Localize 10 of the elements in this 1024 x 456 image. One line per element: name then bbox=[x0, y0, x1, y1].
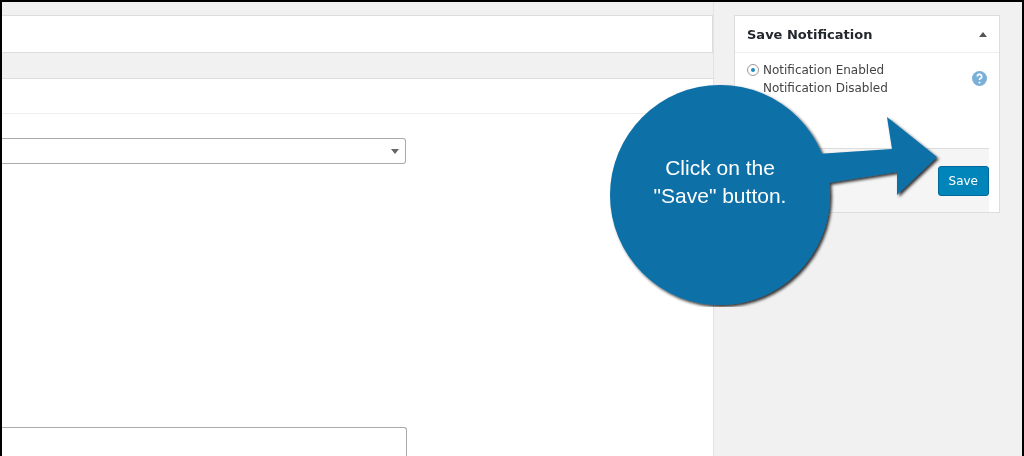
caret-icon bbox=[391, 148, 399, 154]
help-icon[interactable] bbox=[972, 71, 987, 86]
collapse-icon[interactable] bbox=[979, 31, 987, 37]
select-field[interactable] bbox=[2, 138, 406, 164]
save-button[interactable]: Save bbox=[937, 165, 989, 196]
radio-label: Notification Enabled bbox=[763, 63, 885, 77]
text-field[interactable] bbox=[2, 427, 407, 456]
callout-text: Click on the "Save" button. bbox=[652, 155, 788, 209]
radio-label: Notification Disabled bbox=[763, 81, 888, 95]
box-title: Save Notification bbox=[747, 26, 873, 42]
